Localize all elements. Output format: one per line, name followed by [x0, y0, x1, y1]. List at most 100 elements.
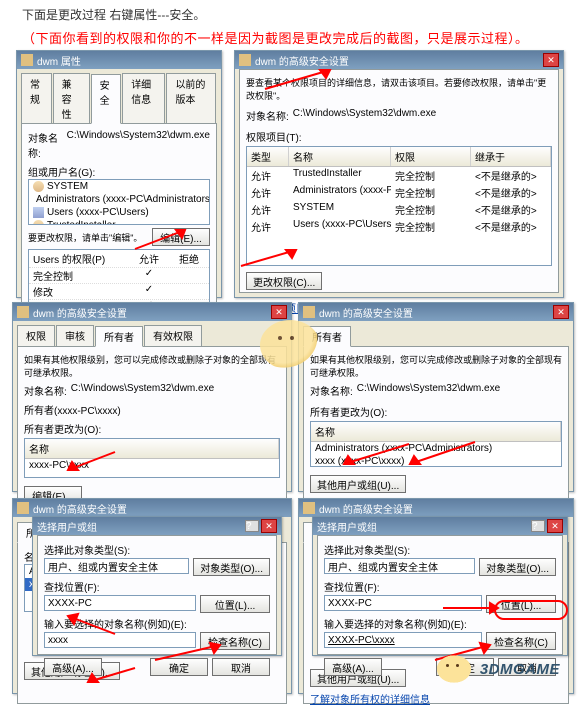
window-owner-left: dwm 的高级安全设置 ✕ 权限 审核 所有者 有效权限 如果有其他权限级别，您… — [12, 302, 292, 492]
article-line1: 下面是更改过程 右键属性---安全。 — [22, 6, 205, 23]
tab-details[interactable]: 详细信息 — [122, 73, 165, 123]
help-icon[interactable]: ? — [245, 520, 259, 532]
titlebar: dwm 的高级安全设置 ✕ — [299, 303, 573, 321]
object-label: 对象名称: — [28, 130, 63, 160]
adv-hint: 要查看某个权限项目的详细信息，请双击该项目。若要修改权限，请单击"更改权限"。 — [246, 76, 552, 102]
tab-security[interactable]: 安全 — [91, 74, 122, 124]
window-properties: dwm 属性 常规 兼容性 安全 详细信息 以前的版本 对象名称: C:\Win… — [16, 50, 222, 298]
advanced-button[interactable]: 高级(A)... — [324, 658, 382, 676]
tab-perm[interactable]: 权限 — [17, 325, 55, 346]
close-icon[interactable]: ✕ — [261, 519, 277, 533]
owner-pane: 如果有其他权限级别，您可以完成修改或删除子对象的全部现有可继承权限。 对象名称:… — [303, 346, 569, 502]
close-icon[interactable]: ✕ — [271, 305, 287, 319]
tab-eff[interactable]: 有效权限 — [144, 325, 202, 346]
advanced-button[interactable]: 高级(A)... — [44, 658, 102, 676]
tab-general[interactable]: 常规 — [21, 73, 52, 123]
change-owner-label: 所有者更改为(O): — [310, 404, 562, 419]
window-title: dwm 的高级安全设置 — [319, 305, 553, 320]
tab-compat[interactable]: 兼容性 — [53, 73, 90, 123]
article-line2: （下面你看到的权限和你的不一样是因为截图是更改完成后的截图，只是展示过程）。 — [22, 28, 529, 47]
owner-table[interactable]: 名称 Administrators (xxxx-PC\Administrator… — [310, 421, 562, 467]
check-icon — [129, 284, 169, 299]
list-item: Users (xxxx-PC\Users) — [29, 206, 209, 219]
perm-items-table[interactable]: 类型 名称 权限 继承于 允许TrustedInstaller完全控制<不是继承… — [246, 146, 552, 266]
table-row: Administrators (xxxx-PC\Administrators) — [311, 442, 561, 455]
window-title: dwm 的高级安全设置 — [33, 305, 271, 320]
app-icon — [303, 502, 315, 514]
col-type: 类型 — [247, 147, 289, 166]
highlight-circle — [494, 600, 568, 620]
col-allow: 允许 — [129, 250, 169, 267]
titlebar: dwm 的高级安全设置 ✕ — [235, 51, 563, 69]
current-owner: 所有者(xxxx-PC\xxxx) — [24, 402, 280, 417]
perm-header: Users 的权限(P) — [29, 250, 129, 267]
titlebar: dwm 的高级安全设置 ✕ — [13, 303, 291, 321]
check-icon — [129, 268, 169, 283]
owner-hint: 如果有其他权限级别，您可以完成修改或删除子对象的全部现有可继承权限。 — [24, 353, 280, 379]
help-icon[interactable]: ? — [531, 520, 545, 532]
close-icon[interactable]: ✕ — [547, 519, 563, 533]
check-name-button[interactable]: 检查名称(C) — [200, 632, 270, 650]
name-input[interactable]: xxxx — [44, 632, 196, 648]
location-field: XXXX-PC — [324, 595, 482, 611]
change-perm-button[interactable]: 更改权限(C)... — [246, 272, 322, 290]
tab-audit[interactable]: 审核 — [56, 325, 94, 346]
ok-button[interactable]: 确定 — [150, 658, 208, 676]
object-type-button[interactable]: 对象类型(O)... — [479, 558, 556, 576]
other-users-button[interactable]: 其他用户或组(U)... — [310, 475, 406, 493]
object-type-field: 用户、组或内置安全主体 — [324, 558, 475, 574]
owner-hint: 如果有其他权限级别，您可以完成修改或删除子对象的全部现有可继承权限。 — [310, 353, 562, 379]
name-input[interactable]: XXXX-PC\xxxx — [324, 632, 482, 648]
app-icon — [239, 54, 251, 66]
list-item: SYSTEM — [29, 180, 209, 193]
user-icon — [33, 220, 44, 225]
close-icon[interactable]: ✕ — [543, 53, 559, 67]
col-name: 名称 — [289, 147, 391, 166]
table-row: 允许TrustedInstaller完全控制<不是继承的> — [247, 167, 551, 184]
list-item: Administrators (xxxx-PC\Administrators) — [29, 193, 209, 206]
dialog-select-user-left: 选择用户或组 ? ✕ 选择此对象类型(S): 用户、组或内置安全主体 对象类型(… — [32, 516, 282, 656]
app-icon — [303, 306, 315, 318]
titlebar: 选择用户或组 ? ✕ — [33, 517, 281, 535]
object-path: C:\Windows\System32\dwm.exe — [67, 130, 210, 160]
group-list[interactable]: SYSTEM Administrators (xxxx-PC\Administr… — [28, 179, 210, 225]
tab-owner[interactable]: 所有者 — [95, 326, 143, 347]
owner-pane: 如果有其他权限级别，您可以完成修改或删除子对象的全部现有可继承权限。 对象名称:… — [17, 346, 287, 500]
list-item: TrustedInstaller — [29, 219, 209, 225]
edit-hint: 要更改权限，请单击"编辑"。 — [28, 231, 142, 244]
tabs: 权限 审核 所有者 有效权限 — [13, 321, 291, 346]
titlebar: dwm 属性 — [17, 51, 221, 69]
object-label: 对象名称: — [246, 108, 289, 123]
change-owner-label: 所有者更改为(O): — [24, 421, 280, 436]
cartoon-duck-icon — [434, 653, 474, 685]
app-icon — [17, 306, 29, 318]
adv-pane: 要查看某个权限项目的详细信息，请双击该项目。若要修改权限，请单击"更改权限"。 … — [239, 69, 559, 293]
col-inherit: 继承于 — [471, 147, 551, 166]
table-row: 允许Administrators (xxxx-PC\Admi...完全控制<不是… — [247, 184, 551, 201]
table-row: 允许SYSTEM完全控制<不是继承的> — [247, 201, 551, 218]
app-icon — [17, 502, 29, 514]
tab-prev[interactable]: 以前的版本 — [166, 73, 216, 123]
cancel-button[interactable]: 取消 — [212, 658, 270, 676]
watermark: 3DMGAME — [434, 653, 560, 685]
close-icon[interactable]: ✕ — [553, 305, 569, 319]
location-field: XXXX-PC — [44, 595, 196, 611]
owner-table[interactable]: 名称 xxxx-PC\xxxx — [24, 438, 280, 478]
col-deny: 拒绝 — [169, 250, 209, 267]
window-title: dwm 属性 — [37, 53, 217, 68]
titlebar: 选择用户或组 ? ✕ — [313, 517, 567, 535]
edit-button[interactable]: 编辑(E)... — [152, 228, 210, 246]
table-row: xxxx (xxxx-PC\xxxx) — [311, 455, 561, 468]
window-owner-right: dwm 的高级安全设置 ✕ 所有者 如果有其他权限级别，您可以完成修改或删除子对… — [298, 302, 574, 492]
check-name-button[interactable]: 检查名称(C) — [486, 632, 556, 650]
dialog-select-user-right: 选择用户或组 ? ✕ 选择此对象类型(S): 用户、组或内置安全主体 对象类型(… — [312, 516, 568, 656]
table-row: 允许Users (xxxx-PC\Users)完全控制<不是继承的> — [247, 218, 551, 235]
object-type-button[interactable]: 对象类型(O)... — [193, 558, 270, 576]
perm-items-label: 权限项目(T): — [246, 129, 552, 144]
window-title: dwm 的高级安全设置 — [255, 53, 543, 68]
location-button[interactable]: 位置(L)... — [200, 595, 270, 613]
group-icon — [33, 207, 44, 218]
app-icon — [21, 54, 33, 66]
object-type-field: 用户、组或内置安全主体 — [44, 558, 189, 574]
object-path: C:\Windows\System32\dwm.exe — [293, 108, 436, 123]
